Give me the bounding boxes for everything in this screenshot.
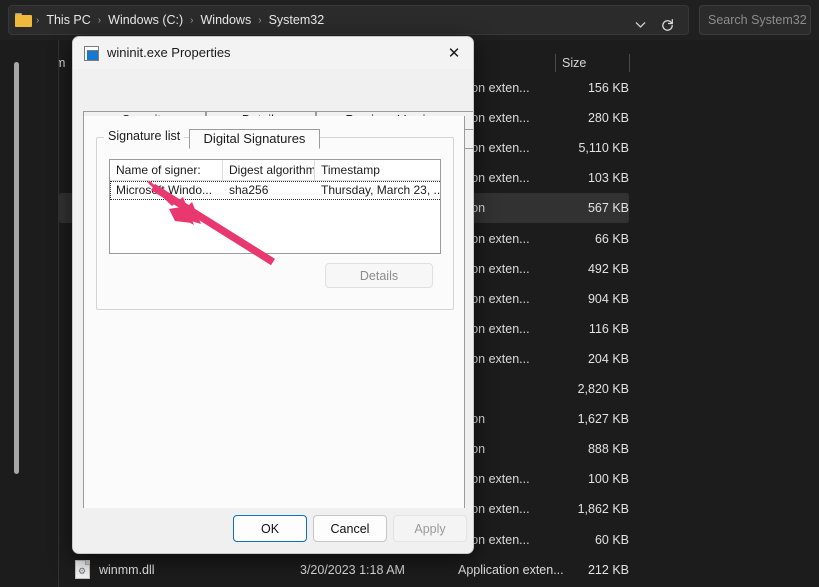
cell-file-size: 2,820 KB xyxy=(577,382,629,396)
dialog-titlebar[interactable]: wininit.exe Properties ✕ xyxy=(73,37,473,69)
cell-file-size: 66 KB xyxy=(594,231,629,246)
cell-name-of-signer: Microsoft Windo... xyxy=(116,183,213,197)
cell-file-size: 567 KB xyxy=(587,201,629,216)
apply-button[interactable]: Apply xyxy=(393,515,467,542)
cell-file-size: 904 KB xyxy=(587,291,629,306)
dialog-title: wininit.exe Properties xyxy=(107,45,231,60)
cell-file-size: 156 KB xyxy=(587,81,629,95)
properties-dialog: wininit.exe Properties ✕ Security Detail… xyxy=(72,36,474,554)
signature-listview-row[interactable]: Microsoft Windo... sha256 Thursday, Marc… xyxy=(110,181,441,200)
header-digest-algorithm[interactable]: Digest algorithm xyxy=(223,160,314,180)
address-bar[interactable]: › This PC › Windows (C:) › Windows › Sys… xyxy=(8,5,689,35)
cell-file-size: 280 KB xyxy=(587,111,629,126)
cell-timestamp: Thursday, March 23, ... xyxy=(321,183,441,197)
cell-file-size: 5,110 KB xyxy=(578,141,629,156)
cell-file-size: 103 KB xyxy=(587,171,629,186)
dialog-tab-strip: Security Details Previous Versions Gener… xyxy=(73,69,473,149)
breadcrumb-separator-2: › xyxy=(190,14,194,26)
cell-file-size: 100 KB xyxy=(587,472,629,487)
breadcrumb-this-pc[interactable]: This PC xyxy=(41,10,95,30)
header-timestamp[interactable]: Timestamp xyxy=(315,160,440,180)
refresh-icon[interactable] xyxy=(654,12,680,38)
breadcrumb-separator-3: › xyxy=(258,14,262,26)
cell-file-size: 1,862 KB xyxy=(577,502,629,517)
cell-file-size: 1,627 KB xyxy=(577,412,629,427)
signature-listview[interactable]: Name of signer: Digest algorithm Timesta… xyxy=(109,159,441,254)
cell-file-size: 212 KB xyxy=(587,562,629,577)
breadcrumb-system32[interactable]: System32 xyxy=(264,10,330,30)
column-divider-1[interactable] xyxy=(555,54,556,72)
explorer-navigation-bar: › This PC › Windows (C:) › Windows › Sys… xyxy=(0,0,819,40)
cell-file-size: 492 KB xyxy=(587,261,629,276)
cell-file-size: 204 KB xyxy=(587,351,629,366)
tab-digital-signatures[interactable]: Digital Signatures xyxy=(189,129,320,149)
dialog-footer: OK Cancel Apply xyxy=(73,508,473,553)
cancel-button[interactable]: Cancel xyxy=(313,515,387,542)
signature-listview-header: Name of signer: Digest algorithm Timesta… xyxy=(110,160,440,181)
cell-file-size: 888 KB xyxy=(587,442,629,457)
cell-digest-algorithm: sha256 xyxy=(229,183,269,197)
breadcrumb-separator-0: › xyxy=(36,14,40,26)
folder-icon xyxy=(15,13,32,27)
table-row[interactable]: ⚙ winmm.dll 3/20/2023 1:18 AM Application e… xyxy=(59,555,819,585)
digital-signatures-tab-page: Signature list Name of signer: Digest al… xyxy=(83,116,465,550)
close-icon[interactable]: ✕ xyxy=(433,37,473,69)
navigation-pane-scrollbar-thumb[interactable] xyxy=(14,62,19,474)
search-input[interactable]: Search System32 xyxy=(708,13,807,27)
breadcrumb-windows[interactable]: Windows xyxy=(196,10,257,30)
search-box[interactable]: Search System32 xyxy=(699,5,811,35)
breadcrumb-windows-c[interactable]: Windows (C:) xyxy=(103,10,188,30)
breadcrumb-separator-1: › xyxy=(97,14,102,26)
chevron-down-icon[interactable] xyxy=(628,12,652,38)
ok-button[interactable]: OK xyxy=(233,515,307,542)
cell-file-size: 60 KB xyxy=(594,532,629,547)
cell-file-name: winmm.dll xyxy=(99,562,155,577)
dll-file-icon: ⚙ xyxy=(74,560,91,580)
header-name-of-signer[interactable]: Name of signer: xyxy=(110,160,222,180)
details-button[interactable]: Details xyxy=(325,263,433,288)
column-divider-2[interactable] xyxy=(629,54,630,72)
cell-file-size: 116 KB xyxy=(588,321,629,336)
cell-date-modified: 3/20/2023 1:18 AM xyxy=(300,562,405,577)
application-window-icon xyxy=(84,46,99,61)
signature-list-label: Signature list xyxy=(104,129,185,143)
